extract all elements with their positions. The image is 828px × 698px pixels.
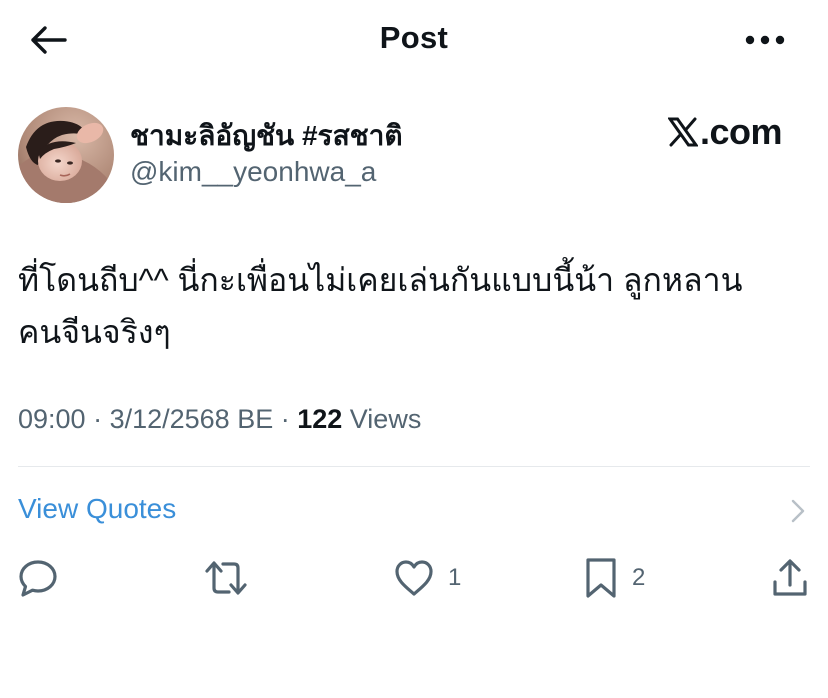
page-title: Post [379, 20, 449, 55]
divider [18, 466, 810, 467]
bookmark-icon [586, 558, 616, 598]
more-button[interactable] [742, 22, 788, 58]
reply-button[interactable] [18, 556, 58, 600]
post-date[interactable]: 3/12/2568 BE [110, 404, 274, 434]
bookmark-count: 2 [632, 564, 646, 591]
author-display-name[interactable]: ชามะลิอัญชัน #รสชาติ [130, 114, 403, 158]
repost-icon [205, 561, 247, 595]
heart-icon [395, 560, 433, 596]
bookmark-button[interactable]: 2 [584, 556, 645, 600]
view-quotes-label[interactable]: View Quotes [18, 493, 176, 525]
post-time[interactable]: 09:00 [18, 404, 86, 434]
reply-icon [19, 560, 57, 597]
share-button[interactable] [770, 556, 810, 600]
top-bar: Post [0, 0, 828, 78]
post-text-line: ที่โดนถีบ^^ นี่กะเพื่อนไม่เคยเล่นกันแบบน… [18, 262, 743, 298]
post-meta: 09:00 · 3/12/2568 BE · 122 Views [18, 404, 421, 435]
share-icon [773, 559, 807, 596]
chevron-right-icon [791, 499, 805, 523]
post-page: Post ชามะลิอัญชัน #รสชาติ @kim__yeonhwa_… [0, 0, 828, 698]
brand-domain: .com [700, 111, 783, 152]
action-bar: 1 2 [0, 556, 828, 604]
post-text: ที่โดนถีบ^^ นี่กะเพื่อนไม่เคยเล่นกันแบบน… [18, 254, 818, 358]
like-button[interactable]: 1 [394, 556, 461, 600]
avatar[interactable] [18, 107, 114, 203]
brand-watermark: .com [668, 111, 783, 153]
view-quotes-row[interactable]: View Quotes [0, 490, 828, 534]
like-count: 1 [448, 564, 462, 591]
author-handle[interactable]: @kim__yeonhwa_a [130, 156, 376, 188]
more-horizontal-icon [745, 35, 785, 45]
views-count[interactable]: 122 [297, 404, 342, 434]
views-label[interactable]: Views [342, 404, 422, 434]
repost-button[interactable] [203, 556, 249, 600]
post-text-line: คนจีนจริงๆ [18, 314, 171, 350]
meta-separator: · [273, 404, 298, 434]
avatar-photo [18, 107, 114, 203]
meta-separator: · [85, 404, 110, 434]
x-logo-icon [668, 117, 698, 147]
